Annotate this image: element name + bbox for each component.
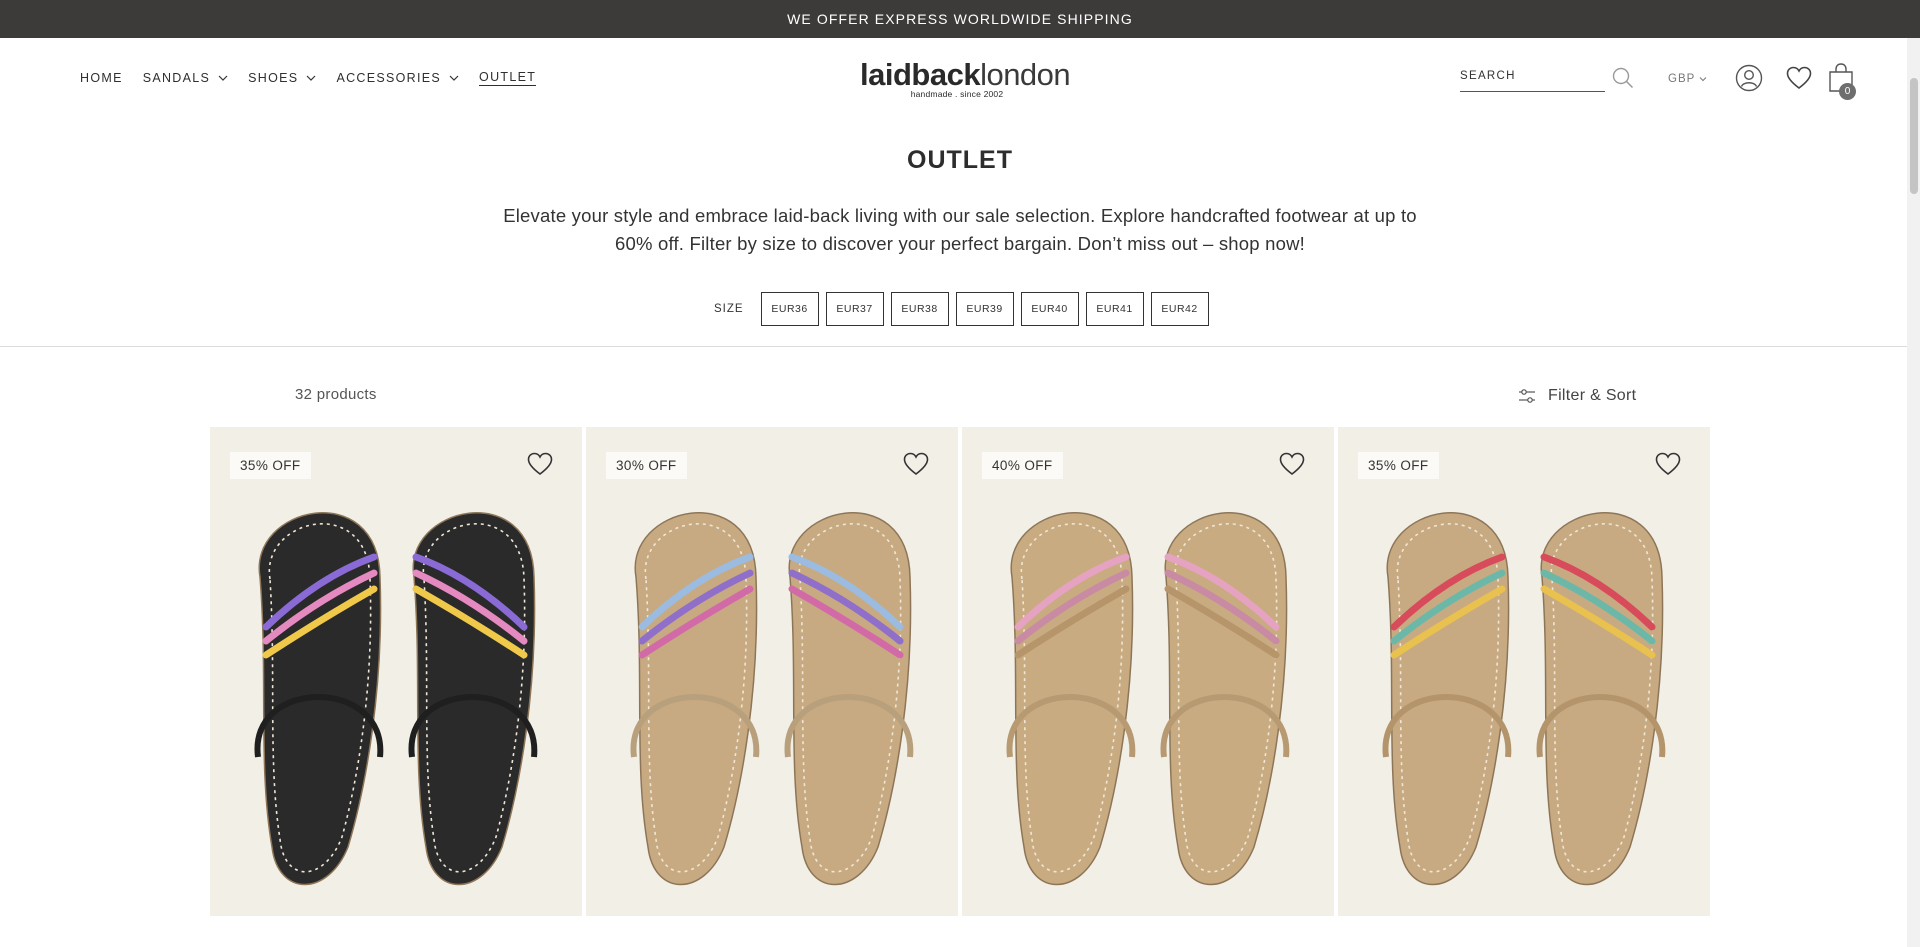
wishlist-heart-icon[interactable] — [1654, 451, 1682, 477]
product-card[interactable]: 30% OFF — [586, 427, 958, 916]
search-field[interactable] — [1460, 66, 1605, 92]
filter-sort-button[interactable]: Filter & Sort — [1518, 387, 1636, 405]
product-image — [630, 512, 914, 886]
page-description: Elevate your style and embrace laid-back… — [503, 205, 1417, 254]
nav-sandals[interactable]: SANDALS — [143, 71, 228, 85]
nav-shoes-label: SHOES — [248, 71, 299, 85]
sandal — [1160, 512, 1290, 886]
sandal — [784, 512, 914, 886]
product-image — [1006, 512, 1290, 886]
account-icon[interactable] — [1735, 64, 1763, 92]
sandal — [630, 512, 760, 886]
announcement-text: WE OFFER EXPRESS WORLDWIDE SHIPPING — [787, 11, 1133, 27]
product-image — [1382, 512, 1666, 886]
discount-badge: 30% OFF — [606, 452, 687, 479]
cart-count-badge: 0 — [1839, 83, 1856, 100]
product-card[interactable]: 40% OFF — [962, 427, 1334, 916]
sandal — [1536, 512, 1666, 886]
nav-accessories-label: ACCESSORIES — [336, 71, 442, 85]
size-option-eur38[interactable]: EUR38 — [890, 292, 949, 326]
chevron-down-icon — [449, 75, 459, 81]
nav-outlet[interactable]: OUTLET — [479, 70, 537, 86]
product-image — [254, 512, 538, 886]
logo-bold: laidback — [860, 57, 981, 92]
sandal — [1382, 512, 1512, 886]
discount-badge: 35% OFF — [1358, 452, 1439, 479]
page-title: OUTLET — [907, 146, 1013, 174]
nav-home[interactable]: HOME — [80, 71, 123, 85]
product-card[interactable]: 35% OFF — [210, 427, 582, 916]
currency-label: GBP — [1668, 73, 1696, 85]
nav-accessories[interactable]: ACCESSORIES — [336, 71, 459, 85]
discount-badge: 40% OFF — [982, 452, 1063, 479]
size-filter: SIZE EUR36 EUR37 EUR38 EUR39 EUR40 EUR41… — [714, 292, 1216, 326]
section-divider — [0, 346, 1920, 347]
product-grid: 35% OFF 30% OFF 40% OFF 35% OFF — [210, 427, 1710, 916]
scrollbar-thumb[interactable] — [1910, 78, 1918, 194]
wishlist-heart-icon[interactable] — [1785, 64, 1813, 92]
logo-light: london — [980, 57, 1071, 92]
sandal — [254, 512, 384, 886]
nav-outlet-label: OUTLET — [479, 70, 537, 86]
discount-badge: 35% OFF — [230, 452, 311, 479]
size-filter-label: SIZE — [714, 303, 744, 315]
size-option-eur37[interactable]: EUR37 — [825, 292, 884, 326]
product-card[interactable]: 35% OFF — [1338, 427, 1710, 916]
wishlist-heart-icon[interactable] — [902, 451, 930, 477]
size-option-eur36[interactable]: EUR36 — [760, 292, 819, 326]
sliders-icon — [1519, 389, 1535, 403]
announcement-bar: WE OFFER EXPRESS WORLDWIDE SHIPPING — [0, 0, 1920, 38]
size-option-eur42[interactable]: EUR42 — [1150, 292, 1209, 326]
chevron-down-icon — [307, 75, 316, 81]
main-nav: HOME SANDALS SHOES ACCESSORIES OUTLET — [80, 70, 556, 86]
currency-selector[interactable]: GBP — [1668, 73, 1707, 85]
product-count: 32 products — [295, 386, 377, 403]
size-option-eur39[interactable]: EUR39 — [955, 292, 1014, 326]
chevron-down-icon — [218, 75, 228, 81]
search-icon[interactable] — [1612, 67, 1634, 89]
logo-wordmark: laidbacklondon — [860, 57, 1071, 92]
nav-sandals-label: SANDALS — [142, 71, 211, 85]
sandal — [1006, 512, 1136, 886]
nav-home-label: HOME — [80, 71, 123, 85]
wishlist-heart-icon[interactable] — [526, 451, 554, 477]
chevron-down-icon — [1699, 77, 1707, 82]
search-input[interactable] — [1460, 70, 1605, 82]
size-option-eur40[interactable]: EUR40 — [1020, 292, 1079, 326]
nav-shoes[interactable]: SHOES — [248, 71, 316, 85]
size-option-eur41[interactable]: EUR41 — [1085, 292, 1144, 326]
page-scrollbar[interactable] — [1907, 38, 1920, 947]
sandal — [408, 512, 538, 886]
filter-sort-label: Filter & Sort — [1548, 387, 1637, 404]
site-logo[interactable]: laidbacklondon handmade . since 2002 — [860, 57, 1071, 100]
wishlist-heart-icon[interactable] — [1278, 451, 1306, 477]
